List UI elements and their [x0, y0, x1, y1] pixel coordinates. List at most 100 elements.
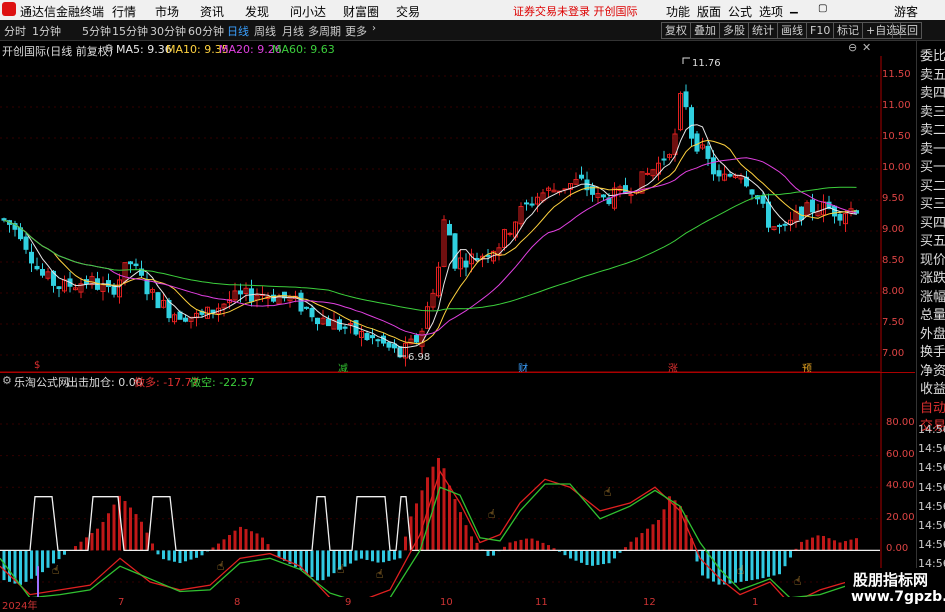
histogram-bar — [58, 550, 61, 559]
indicator-chart[interactable]: ☝☝☝☝☝☝☝☝ — [0, 388, 880, 597]
histogram-bar — [234, 531, 237, 551]
candle-body — [778, 225, 782, 226]
overlay-button[interactable]: 叠加 — [690, 22, 720, 39]
ma5-line — [4, 125, 857, 348]
menu-item-news[interactable]: 资讯 — [200, 3, 224, 20]
candle-body — [602, 195, 606, 197]
histogram-bar — [113, 505, 116, 551]
histogram-bar — [250, 531, 253, 550]
gear-icon[interactable]: ⚙ — [2, 374, 12, 387]
menu-item-market[interactable]: 市场 — [155, 3, 179, 20]
f10-button[interactable]: F10 — [806, 22, 834, 39]
back-button[interactable]: 返回 — [892, 22, 922, 39]
histogram-bar — [151, 543, 154, 550]
hand-pointer-icon: ☝ — [217, 559, 224, 573]
date-label: 12 — [643, 597, 656, 608]
menu-item-trade[interactable]: 交易 — [396, 3, 420, 20]
multi-stock-button[interactable]: 多股 — [719, 22, 749, 39]
candle-body — [712, 158, 716, 174]
menu-item-layout[interactable]: 版面 — [697, 3, 721, 20]
period-daily[interactable]: 日线 — [227, 23, 249, 39]
histogram-bar — [377, 550, 380, 562]
price-tick-label: 8.00 — [882, 286, 904, 297]
chevron-right-icon[interactable]: › — [372, 23, 376, 34]
gear-icon[interactable]: ⚙ — [104, 42, 114, 55]
event-marker[interactable]: $ — [34, 360, 40, 371]
draw-button[interactable]: 画线 — [777, 22, 807, 39]
zoom-out-icon[interactable]: ⊖ — [848, 41, 857, 54]
period-1min[interactable]: 1分钟 — [32, 23, 61, 39]
price-tick-label: 8.50 — [882, 255, 904, 266]
stats-button[interactable]: 统计 — [748, 22, 778, 39]
period-intraday[interactable]: 分时 — [4, 23, 26, 39]
adjust-button[interactable]: 复权 — [661, 22, 691, 39]
period-monthly[interactable]: 月线 — [282, 23, 304, 39]
panel-label: 涨跌 — [920, 267, 945, 286]
histogram-bar — [404, 537, 407, 551]
period-multi[interactable]: 多周期 — [308, 23, 341, 39]
menu-item-assistant[interactable]: 问小达 — [290, 3, 326, 20]
histogram-bar — [635, 537, 638, 550]
ma5-label: MA5: 9.36 — [116, 43, 172, 56]
histogram-bar — [844, 541, 847, 550]
panel-label[interactable]: 自动 — [920, 397, 945, 416]
period-15min[interactable]: 15分钟 — [112, 23, 148, 39]
histogram-bar — [652, 524, 655, 550]
panel-label: 买二 — [920, 175, 945, 194]
histogram-bar — [685, 515, 688, 550]
guest-label[interactable]: 游客 — [894, 3, 918, 20]
candlestick-chart[interactable] — [0, 56, 880, 372]
candle-body — [343, 327, 347, 328]
histogram-bar — [668, 496, 671, 550]
histogram-bar — [850, 540, 853, 551]
trade-time: 14:56 — [918, 423, 945, 436]
histogram-bar — [745, 550, 748, 581]
menu-item-options[interactable]: 选项 — [759, 3, 783, 20]
histogram-bar — [19, 550, 22, 584]
period-more[interactable]: 更多 — [345, 23, 367, 39]
histogram-bar — [459, 512, 462, 550]
histogram-bar — [663, 509, 666, 550]
ma20-line — [4, 158, 857, 335]
histogram-bar — [382, 550, 385, 562]
price-tick-label: 9.50 — [882, 193, 904, 204]
histogram-bar — [756, 550, 759, 579]
histogram-bar — [630, 542, 633, 551]
histogram-bar — [855, 538, 858, 550]
trade-time: 14:56 — [918, 538, 945, 551]
period-5min[interactable]: 5分钟 — [82, 23, 111, 39]
ma-info-line: 开创国际(日线 前复权) ⚙ MA5: 9.36 MA10: 9.35 MA20… — [0, 41, 880, 57]
histogram-bar — [366, 550, 369, 560]
histogram-bar — [195, 550, 198, 557]
histogram-bar — [509, 543, 512, 551]
menu-item-discover[interactable]: 发现 — [245, 3, 269, 20]
login-notice[interactable]: 证券交易未登录 开创国际 — [513, 3, 638, 19]
period-30min[interactable]: 30分钟 — [150, 23, 186, 39]
menu-item-formula[interactable]: 公式 — [728, 3, 752, 20]
histogram-bar — [613, 550, 616, 558]
hand-pointer-icon: ☝ — [604, 485, 611, 499]
period-weekly[interactable]: 周线 — [254, 23, 276, 39]
restore-icon[interactable]: ▢ — [818, 3, 827, 14]
mark-button[interactable]: 标记 — [833, 22, 863, 39]
panel-label: 总量 — [920, 304, 945, 323]
menu-item-functions[interactable]: 功能 — [666, 3, 690, 20]
histogram-bar — [316, 550, 319, 580]
candle-body — [838, 214, 842, 220]
period-60min[interactable]: 60分钟 — [188, 23, 224, 39]
trade-time: 14:56 — [918, 500, 945, 513]
hand-pointer-icon: ☝ — [794, 574, 801, 588]
menu-item-wealth[interactable]: 财富圈 — [343, 3, 379, 20]
candle-body — [464, 261, 468, 267]
menu-item-quotes[interactable]: 行情 — [112, 3, 136, 20]
price-tick-label: 11.00 — [882, 100, 911, 111]
close-icon[interactable]: ✕ — [862, 41, 871, 54]
candle-body — [184, 318, 188, 321]
histogram-bar — [157, 550, 160, 554]
histogram-bar — [828, 538, 831, 550]
trade-time: 14:56 — [918, 519, 945, 532]
histogram-bar — [223, 539, 226, 550]
candle-body — [371, 336, 375, 338]
minimize-icon[interactable]: ▁ — [790, 3, 798, 14]
panel-label: 买五 — [920, 230, 945, 249]
